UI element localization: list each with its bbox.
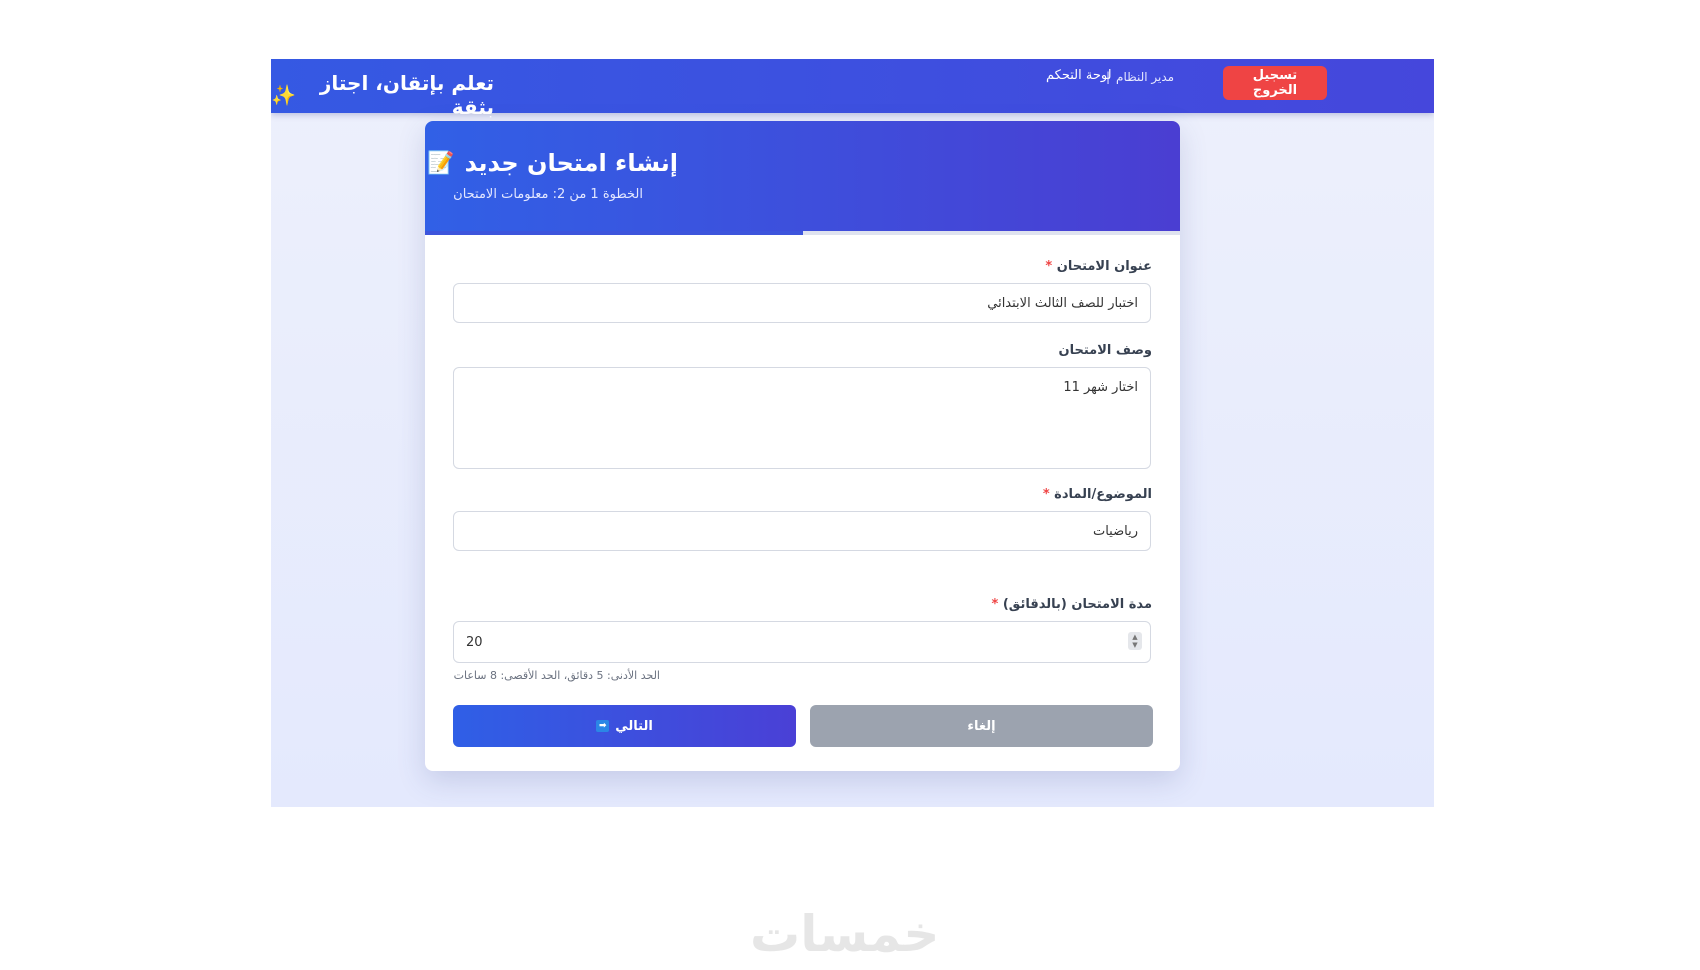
exam-title-label-text: عنوان الامتحان [1056,259,1152,274]
spinner-up-icon[interactable]: ▲ [1132,633,1137,641]
step-indicator: الخطوة 1 من 2: معلومات الامتحان [453,187,643,202]
page-title: إنشاء امتحان جديد 📝 [427,149,678,177]
required-mark: * [991,597,999,612]
exam-subject-label: الموضوع/المادة * [1039,487,1152,502]
required-mark: * [1042,487,1050,502]
top-navbar: تعلم بإتقان، اجتاز بثقة ✨ لوحة التحكم مد… [271,59,1434,119]
exam-title-label: عنوان الامتحان * [1041,259,1152,274]
sparkle-icon: ✨ [271,83,296,107]
next-button[interactable]: التالي ➡ [453,705,796,747]
progress-bar [425,231,1180,235]
brand[interactable]: تعلم بإتقان، اجتاز بثقة ✨ [271,71,494,119]
app-window: تعلم بإتقان، اجتاز بثقة ✨ لوحة التحكم مد… [271,59,1434,807]
cancel-button[interactable]: إلغاء [810,705,1153,747]
number-spinner[interactable]: ▲ ▼ [1128,632,1142,650]
exam-subject-label-text: الموضوع/المادة [1054,487,1152,502]
watermark-logo: خمسات [750,905,940,963]
spinner-down-icon[interactable]: ▼ [1132,641,1137,649]
duration-hint: الحد الأدنى: 5 دقائق، الحد الأقصى: 8 ساع… [453,669,660,682]
brand-text: تعلم بإتقان، اجتاز بثقة [319,71,494,119]
exam-description-label-text: وصف الامتحان [1058,343,1153,358]
exam-subject-input[interactable] [453,511,1151,551]
create-exam-card: إنشاء امتحان جديد 📝 الخطوة 1 من 2: معلوم… [425,121,1180,771]
exam-title-input[interactable] [453,283,1151,323]
progress-fill [425,231,803,235]
exam-duration-label-text: مدة الامتحان (بالدقائق) [1002,597,1152,612]
memo-icon: 📝 [427,150,455,176]
cancel-button-label: إلغاء [967,718,996,734]
exam-duration-input[interactable] [453,621,1151,663]
required-mark: * [1045,259,1053,274]
admin-info: مدير النظام | [1106,70,1174,84]
exam-duration-field: ▲ ▼ [453,621,1151,663]
dashboard-link[interactable]: لوحة التحكم [1046,68,1112,83]
arrow-right-icon: ➡ [596,720,610,732]
card-header: إنشاء امتحان جديد 📝 الخطوة 1 من 2: معلوم… [425,121,1180,233]
nav-separator: | [1106,70,1111,84]
exam-description-label: وصف الامتحان [1059,343,1153,358]
exam-duration-label: مدة الامتحان (بالدقائق) * [988,597,1153,612]
logout-button[interactable]: تسجيل الخروج [1223,66,1327,100]
admin-label: مدير النظام [1116,70,1175,84]
page-title-text: إنشاء امتحان جديد [464,149,678,177]
next-button-label: التالي [615,718,653,734]
exam-description-textarea[interactable]: اختار شهر 11 [453,367,1151,469]
